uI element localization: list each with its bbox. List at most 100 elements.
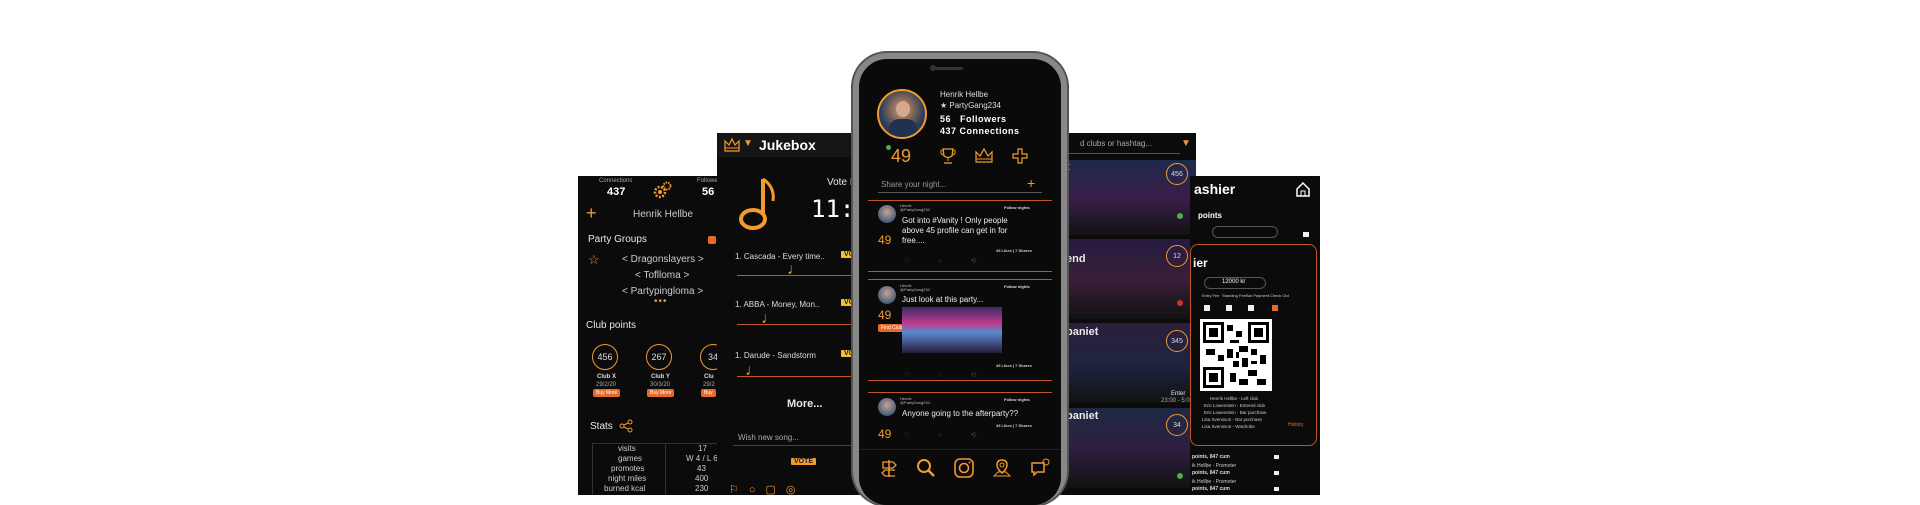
search-placeholder: d clubs or hashtag... — [1080, 139, 1153, 148]
post-handle: @PartyGang234 — [900, 287, 930, 292]
status-dot — [1177, 473, 1183, 479]
post-action-icons[interactable]: ♡○⟲ — [904, 257, 1004, 265]
points-input[interactable] — [1212, 226, 1278, 238]
option-label: Check Out — [1270, 293, 1289, 298]
option-checkbox[interactable] — [1274, 487, 1279, 491]
club-count-circle[interactable]: 34 — [1166, 414, 1188, 436]
stats-title: Stats — [590, 421, 613, 432]
gear-icon[interactable] — [652, 180, 674, 205]
cashier-title: ashier — [1194, 181, 1236, 197]
log-entry: points, 847 cum — [1192, 470, 1230, 476]
log-entry: Lisa Svensson - Bar purchase — [1202, 417, 1263, 422]
club-name: Club X — [597, 374, 616, 380]
post-action-icons[interactable]: ♡○⟲ — [904, 371, 1004, 379]
option-checkbox[interactable] — [1204, 305, 1210, 311]
club-points-circle[interactable]: 456 — [592, 344, 618, 370]
buy-more-badge[interactable]: Buy More — [593, 389, 621, 397]
chat-icon[interactable] — [1029, 457, 1051, 484]
option-checkbox[interactable] — [1272, 305, 1278, 311]
dropdown-arrow-icon[interactable]: ▼ — [743, 138, 753, 149]
follow-nights-link[interactable]: Follow nights — [1004, 205, 1030, 210]
connections-count[interactable]: 437 Connections — [940, 126, 1020, 136]
search-icon[interactable] — [916, 458, 936, 483]
trophy-icon[interactable] — [939, 147, 957, 170]
option-checkbox[interactable] — [1248, 305, 1254, 311]
enter-time: 23:00 - 5:00 — [1161, 398, 1194, 404]
profile-score: 49 — [891, 146, 912, 166]
signpost-icon[interactable] — [879, 458, 899, 483]
stat-value: 400 — [695, 474, 709, 483]
club-count-circle[interactable]: 12 — [1166, 245, 1188, 267]
camera-dot — [930, 65, 936, 71]
group-item-1[interactable]: < Dragonslayers > — [622, 254, 704, 265]
option-checkbox[interactable] — [1274, 455, 1279, 459]
option-label: Bar Payment — [1246, 293, 1270, 298]
followers-count[interactable]: 56 Followers — [940, 114, 1007, 124]
vote-label: Vote I — [827, 177, 853, 188]
checkbox[interactable] — [1303, 232, 1309, 237]
stat-label: promotes — [611, 464, 645, 473]
cashier-screen: ashier points ier 12000 kr Entry Fee Sta… — [1190, 176, 1320, 495]
option-checkbox[interactable] — [1226, 305, 1232, 311]
club-count-circle[interactable]: 345 — [1166, 330, 1188, 352]
club-name: Club Y — [651, 374, 670, 380]
status-dot — [1177, 213, 1183, 219]
bottom-nav-icons[interactable]: ⚐○▢◎ — [729, 483, 806, 495]
follow-nights-link[interactable]: Follow nights — [1004, 397, 1030, 402]
post-avatar[interactable] — [878, 398, 896, 416]
enter-label: Enter — [1171, 391, 1186, 397]
log-entry: points, 847 cum — [1192, 454, 1230, 460]
buy-more-badge[interactable]: Buy More — [647, 389, 675, 397]
stat-value: 43 — [697, 464, 706, 473]
buy-more-badge[interactable]: Buy — [701, 389, 716, 397]
share-placeholder: Share your night... — [881, 180, 947, 189]
more-songs-link[interactable]: More... — [787, 398, 822, 410]
vote-submit-button[interactable]: VOTE — [791, 458, 817, 465]
log-entry: points, 847 cum — [1192, 486, 1230, 492]
club-name: Clu — [704, 374, 714, 380]
post-action-icons[interactable]: ♡○⟲ — [904, 431, 1004, 439]
post-stats: 49 Likes | 7 Shares — [996, 363, 1032, 368]
club-card-label: paniet — [1066, 410, 1099, 422]
post-image[interactable] — [902, 307, 1002, 353]
filter-arrow-icon[interactable]: ▼ — [1181, 138, 1191, 149]
note-marker-icon: ♩ — [787, 261, 803, 278]
stat-value: 230 — [695, 484, 709, 493]
club-date: 30/3/20 — [650, 382, 671, 388]
camera-icon[interactable] — [953, 457, 975, 484]
map-pin-icon[interactable] — [992, 458, 1012, 483]
more-dots[interactable]: ••• — [654, 296, 668, 307]
add-post-icon[interactable]: + — [1027, 175, 1035, 191]
crown-logo-icon — [723, 136, 741, 159]
song-title: 1. ABBA - Money, Mon.. — [735, 300, 820, 309]
cashier-subtitle: ier — [1193, 256, 1208, 270]
star-icon[interactable]: ☆ — [588, 252, 600, 268]
note-marker-icon: ♩ — [761, 310, 777, 327]
log-entry: ik Hellbe - Promoter — [1192, 479, 1237, 485]
post-handle: @PartyGang234 — [900, 207, 930, 212]
crown-icon[interactable] — [974, 147, 994, 170]
club-points-circle[interactable]: 267 — [646, 344, 672, 370]
add-friend-icon[interactable] — [1011, 147, 1029, 170]
option-checkbox[interactable] — [1274, 471, 1279, 475]
qr-code[interactable] — [1200, 319, 1272, 391]
history-link[interactable]: History — [1288, 422, 1304, 428]
post-avatar[interactable] — [878, 205, 896, 223]
log-entry: Lisa Svensson - Wardrobe — [1202, 424, 1255, 429]
share-icon[interactable] — [619, 419, 633, 438]
stat-label: burned kcal — [604, 484, 646, 493]
avatar[interactable] — [877, 89, 927, 139]
song-title: 1. Cascada - Every time.. — [735, 252, 825, 261]
home-icon[interactable] — [1294, 180, 1312, 203]
countdown-time: 11: — [811, 195, 855, 223]
add-icon[interactable]: + — [586, 203, 597, 224]
club-count-circle[interactable]: 456 — [1166, 163, 1188, 185]
toggle-indicator[interactable] — [708, 236, 716, 244]
profile-group[interactable]: ★ PartyGang234 — [940, 101, 1001, 110]
post-avatar[interactable] — [878, 286, 896, 304]
follow-nights-link[interactable]: Follow nights — [1004, 284, 1030, 289]
group-item-2[interactable]: < Toflloma > — [635, 270, 689, 281]
stat-label: visits — [618, 444, 636, 453]
post-handle: @PartyGang234 — [900, 400, 930, 405]
profile-screen: Connections 437 Followe 56 + Henrik Hell… — [578, 176, 720, 495]
